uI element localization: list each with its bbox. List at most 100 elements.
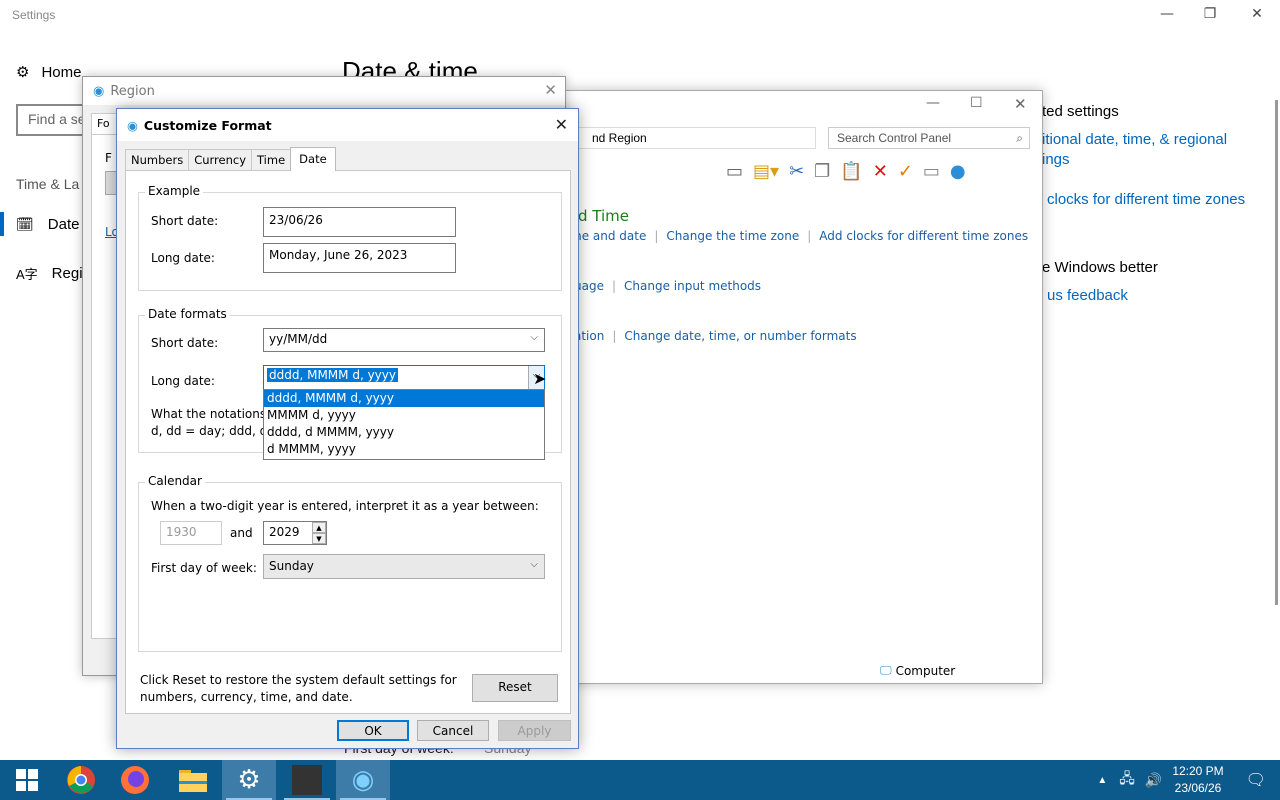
app-thumbnail-icon [292,765,322,795]
cut-icon[interactable]: ✂ [789,161,804,182]
clock[interactable]: 12:20 PM 23/06/26 [1172,763,1223,797]
spin-up-button[interactable]: ▲ [312,522,326,533]
cp-region-links: ation | Change date, time, or number form… [574,329,857,343]
cp-close-button[interactable]: ✕ [1014,95,1027,113]
taskbar: ⚙ ◉ ▲ 🖧 🔊 12:20 PM 23/06/26 🗨 [0,760,1280,800]
dropdown-option-2[interactable]: MMMM d, yyyy [264,407,544,424]
restore-button[interactable]: ❐ [1200,6,1220,26]
globe-clock-icon: ◉ [127,117,138,133]
chevron-down-icon: ⌵ [530,559,538,570]
settings-section-title: Time & La [16,176,80,192]
two-digit-year-text: When a two-digit year is entered, interp… [151,499,539,513]
network-icon[interactable]: 🖧 [1119,768,1135,792]
long-date-dropdown-list: dddd, MMMM d, yyyy MMMM d, yyyy dddd, d … [263,389,545,460]
cp-status-label: Computer [895,663,956,678]
cp-change-input-link[interactable]: Change input methods [624,279,761,293]
delete-icon[interactable]: ✕ [873,161,888,182]
example-short-field: 23/06/26 [263,207,456,237]
taskbar-app[interactable] [280,760,334,800]
taskbar-control-panel[interactable]: ◉ [336,760,390,800]
cp-change-formats-link[interactable]: Change date, time, or number formats [624,329,856,343]
ok-button[interactable]: OK [337,720,409,741]
paste-icon[interactable]: 📋 [840,161,862,182]
minimize-button[interactable]: — [1157,6,1177,26]
chevron-up-icon[interactable]: ▲ [1097,775,1107,786]
cp-address-bar[interactable]: nd Region [566,127,816,149]
tab-date[interactable]: Date [290,147,336,171]
gear-icon: ⚙ [237,765,261,795]
cp-status-bar: 🖵 Computer [880,663,955,678]
settings-nav-region[interactable]: A字 Regio [16,264,91,283]
customize-close-button[interactable]: ✕ [555,115,568,134]
and-label: and [230,526,253,540]
first-day-combo[interactable]: Sunday ⌵ [263,554,545,579]
properties-icon[interactable]: ▤▾ [753,161,779,182]
additional-settings-link-2[interactable]: ings [1042,151,1070,168]
start-button[interactable] [0,760,54,800]
make-windows-better-title: e Windows better [1042,259,1158,276]
spin-down-button[interactable]: ▼ [312,533,326,544]
long-date-combo[interactable]: dddd, MMMM d, yyyy ⌵ [263,365,545,390]
cp-language-links: uage | Change input methods [574,279,762,293]
dropdown-option-4[interactable]: d MMMM, yyyy [264,441,544,458]
region-format-label: F [105,151,112,165]
additional-settings-link[interactable]: itional date, time, & regional [1042,131,1227,148]
year-to-value: 2029 [269,525,300,539]
copy-icon[interactable]: ❐ [814,161,830,182]
reset-button[interactable]: Reset [472,674,558,702]
nav-date-label: Date [47,215,80,233]
home-label: Home [41,63,82,81]
control-panel-window: — ☐ ✕ nd Region Search Control Panel ⌕ ▭… [565,90,1043,684]
search-icon: ⌕ [1016,131,1023,145]
example-short-label: Short date: [151,214,219,228]
settings-home-link[interactable]: ⚙ Home [16,63,82,82]
tab-currency[interactable]: Currency [188,149,253,171]
example-long-field: Monday, June 26, 2023 [263,243,456,273]
mouse-cursor-icon: ➤ [533,369,547,388]
taskbar-file-explorer[interactable] [166,760,220,800]
customize-titlebar: ◉ Customize Format ✕ [117,109,578,141]
close-button[interactable]: ✕ [1247,6,1267,26]
cp-set-date-link[interactable]: me and date [570,229,646,243]
calendar-clock-icon: 🗓 [16,215,34,232]
tab-time[interactable]: Time [251,149,292,171]
apply-button[interactable]: Apply [498,720,571,741]
feedback-link[interactable]: us feedback [1047,287,1128,304]
cp-change-timezone-link[interactable]: Change the time zone [666,229,799,243]
dropdown-option-3[interactable]: dddd, d MMMM, yyyy [264,424,544,441]
taskbar-chrome[interactable] [54,760,108,800]
system-tray: ▲ 🖧 🔊 12:20 PM 23/06/26 🗨 [1097,760,1280,800]
taskbar-firefox[interactable] [108,760,162,800]
cp-add-clocks-link[interactable]: Add clocks for different time zones [819,229,1028,243]
short-date-combo[interactable]: yy/MM/dd ⌵ [263,328,545,352]
taskbar-settings[interactable]: ⚙ [222,760,276,800]
cp-search-placeholder: Search Control Panel [837,131,952,145]
region-close-button[interactable]: ✕ [544,81,557,99]
check-icon[interactable]: ✓ [898,161,913,182]
settings-scrollbar[interactable] [1275,100,1278,605]
settings-window-title: Settings [12,8,56,22]
long-date-value[interactable]: dddd, MMMM d, yyyy [267,368,398,382]
calendar-group-label: Calendar [145,474,205,488]
pane-icon[interactable]: ▭ [726,161,743,182]
volume-icon[interactable]: 🔊 [1145,772,1162,789]
short-date-label: Short date: [151,336,219,350]
add-clocks-link[interactable]: clocks for different time zones [1047,191,1245,208]
cp-date-time-links: me and date | Change the time zone | Add c… [570,229,1029,243]
chrome-icon [67,766,95,794]
chevron-down-icon: ⌵ [530,332,538,343]
cancel-button[interactable]: Cancel [417,720,489,741]
settings-nav-date[interactable]: 🗓 Date [0,212,79,236]
notification-icon[interactable]: 🗨 [1246,770,1266,790]
cp-minimize-button[interactable]: — [926,95,940,111]
cp-search-input[interactable]: Search Control Panel ⌕ [828,127,1030,149]
tab-numbers[interactable]: Numbers [125,149,190,171]
globe-icon[interactable]: ● [950,161,966,182]
reset-description-2: numbers, currency, time, and date. [140,690,353,704]
region-titlebar: ◉ Region ✕ [83,77,565,105]
dropdown-option-1[interactable]: dddd, MMMM d, yyyy [264,390,544,407]
rename-icon[interactable]: ▭ [923,161,940,182]
cp-maximize-button[interactable]: ☐ [970,95,983,111]
clock-time: 12:20 PM [1172,764,1224,778]
firefox-icon [121,766,149,794]
